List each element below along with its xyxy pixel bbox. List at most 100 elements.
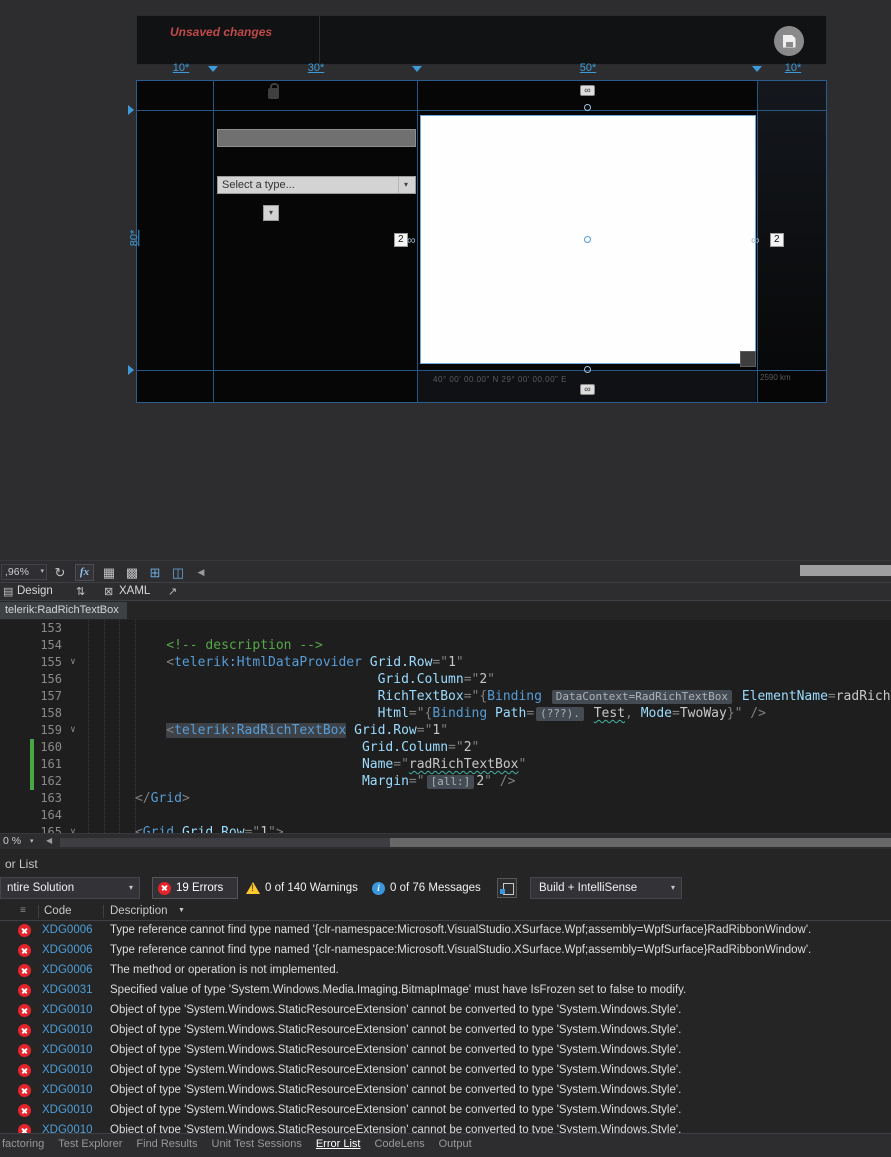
column-width-label[interactable]: 10*: [785, 62, 802, 74]
description-column-header[interactable]: Description: [110, 905, 168, 917]
code-line[interactable]: 158 Html="{Binding Path= (???). Test, Mod…: [0, 705, 891, 722]
error-code-link[interactable]: XDG0006: [42, 924, 93, 936]
error-code-link[interactable]: XDG0031: [42, 984, 93, 996]
error-row[interactable]: XDG0010 Object of type 'System.Windows.St…: [0, 1081, 891, 1101]
swap-panes-icon[interactable]: ⇅: [76, 585, 85, 598]
error-row[interactable]: XDG0010 Object of type 'System.Windows.St…: [0, 1021, 891, 1041]
selection-center-point[interactable]: [584, 236, 591, 243]
error-row[interactable]: XDG0010 Object of type 'System.Windows.St…: [0, 1041, 891, 1061]
filter-button[interactable]: [497, 878, 517, 898]
editor-hscrollbar-thumb[interactable]: [390, 838, 891, 847]
code-line[interactable]: 160 Grid.Column="2": [0, 739, 891, 756]
tab-xaml[interactable]: XAML: [119, 585, 150, 597]
column-splitter-marker[interactable]: [752, 66, 762, 72]
margin-value-right[interactable]: 2: [770, 233, 784, 247]
error-code-link[interactable]: XDG0010: [42, 1104, 93, 1116]
errors-toggle-button[interactable]: 19 Errors: [152, 877, 238, 899]
scroll-left-icon[interactable]: ◀: [46, 836, 52, 845]
code-line[interactable]: 165 ∨ <Grid Grid.Row="1">: [0, 824, 891, 833]
code-line[interactable]: 153: [0, 620, 891, 637]
fold-arrow-icon[interactable]: ∨: [66, 824, 80, 833]
margin-value-left[interactable]: 2: [394, 233, 408, 247]
save-button[interactable]: [774, 26, 804, 56]
error-row[interactable]: XDG0006 Type reference cannot find type n…: [0, 941, 891, 961]
panel-tab[interactable]: factoring: [2, 1134, 44, 1152]
error-row[interactable]: XDG0010 Object of type 'System.Windows.St…: [0, 1001, 891, 1021]
code-lines[interactable]: 153 154 <!-- description --> 155 ∨ <telerik…: [0, 620, 891, 833]
fold-arrow-icon[interactable]: ∨: [66, 654, 80, 671]
panel-tab[interactable]: Unit Test Sessions: [212, 1134, 302, 1152]
margin-anchor-bottom-icon[interactable]: ∞: [580, 384, 595, 395]
error-row[interactable]: XDG0010 Object of type 'System.Windows.St…: [0, 1101, 891, 1121]
margin-chain-right-icon[interactable]: ∞: [751, 234, 760, 246]
code-column-header[interactable]: Code: [44, 905, 72, 917]
tab-design[interactable]: Design: [17, 585, 53, 597]
error-row[interactable]: XDG0010 Object of type 'System.Windows.St…: [0, 1061, 891, 1081]
collapse-panel-icon[interactable]: ◀: [193, 564, 209, 581]
column-splitter-marker[interactable]: [412, 66, 422, 72]
line-number: 159: [40, 723, 62, 737]
column-splitter-marker[interactable]: [208, 66, 218, 72]
code-line[interactable]: 164: [0, 807, 891, 824]
effects-fx-toggle[interactable]: fx: [75, 563, 94, 581]
code-line[interactable]: 157 RichTextBox="{Binding DataContext=Ra…: [0, 688, 891, 705]
margin-chain-left-icon[interactable]: ∞: [407, 234, 416, 246]
column-width-label[interactable]: 50*: [580, 62, 597, 74]
designed-textbox[interactable]: [217, 129, 416, 147]
row-boundary-marker[interactable]: [128, 365, 134, 375]
column-width-label[interactable]: 30*: [308, 62, 325, 74]
designer-hscrollbar-thumb[interactable]: [800, 565, 891, 576]
column-divider[interactable]: [38, 905, 39, 918]
designed-dropdown-button[interactable]: ▾: [263, 205, 279, 221]
snap-grid-icon[interactable]: ▩: [124, 564, 140, 581]
designed-combobox[interactable]: Select a type... ▾: [217, 176, 416, 194]
panel-tab[interactable]: Test Explorer: [58, 1134, 122, 1152]
zoom-select[interactable]: ,96% ▾: [1, 564, 47, 580]
breadcrumb[interactable]: telerik:RadRichTextBox: [0, 602, 127, 619]
refresh-icon[interactable]: ↻: [52, 564, 68, 581]
selection-handle-bottom[interactable]: [584, 366, 591, 373]
editor-zoom-select[interactable]: 0 %: [3, 835, 21, 847]
margin-anchor-top-icon[interactable]: ∞: [580, 85, 595, 96]
xaml-designer-surface[interactable]: Unsaved changes 10* 30* 50* 10* 80* Sele…: [0, 0, 891, 560]
code-line[interactable]: 155 ∨ <telerik:HtmlDataProvider Grid.Row=…: [0, 654, 891, 671]
error-code-link[interactable]: XDG0010: [42, 1044, 93, 1056]
error-row[interactable]: XDG0031 Specified value of type 'System.W…: [0, 981, 891, 1001]
editor-hscrollbar-track[interactable]: [60, 838, 891, 847]
row-boundary-marker[interactable]: [128, 105, 134, 115]
error-code-link[interactable]: XDG0010: [42, 1004, 93, 1016]
selection-handle-top[interactable]: [584, 104, 591, 111]
column-divider[interactable]: [103, 905, 104, 918]
code-line[interactable]: 156 Grid.Column="2": [0, 671, 891, 688]
error-code-link[interactable]: XDG0010: [42, 1024, 93, 1036]
show-grid-icon[interactable]: ▦: [101, 564, 117, 581]
code-line[interactable]: 163 </Grid>: [0, 790, 891, 807]
panel-tab[interactable]: CodeLens: [374, 1134, 424, 1152]
error-code-link[interactable]: XDG0010: [42, 1084, 93, 1096]
warnings-toggle-button[interactable]: 0 of 140 Warnings: [246, 877, 358, 899]
popout-icon[interactable]: ↗: [168, 585, 177, 598]
error-code-link[interactable]: XDG0006: [42, 944, 93, 956]
scope-filter-dropdown[interactable]: ntire Solution ▾: [0, 877, 140, 899]
xaml-code-editor[interactable]: 153 154 <!-- description --> 155 ∨ <telerik…: [0, 620, 891, 833]
panel-tab[interactable]: Find Results: [136, 1134, 197, 1152]
show-snaplines-icon[interactable]: ⊞: [147, 564, 163, 581]
snap-to-snaplines-icon[interactable]: ◫: [170, 564, 186, 581]
row-height-label[interactable]: 80*: [128, 230, 140, 247]
source-filter-dropdown[interactable]: Build + IntelliSense ▾: [530, 877, 682, 899]
panel-tab[interactable]: Error List: [316, 1134, 361, 1152]
severity-column-header[interactable]: ≡: [20, 905, 26, 916]
resize-grip[interactable]: [740, 351, 756, 367]
code-line[interactable]: 154 <!-- description -->: [0, 637, 891, 654]
error-code-link[interactable]: XDG0006: [42, 964, 93, 976]
code-line[interactable]: 162 Margin=" [all:] 2" />: [0, 773, 891, 790]
code-line[interactable]: 159 ∨ <telerik:RadRichTextBox Grid.Row="1…: [0, 722, 891, 739]
code-line[interactable]: 161 Name="radRichTextBox": [0, 756, 891, 773]
column-width-label[interactable]: 10*: [173, 62, 190, 74]
fold-arrow-icon[interactable]: ∨: [66, 722, 80, 739]
error-row[interactable]: XDG0006 The method or operation is not im…: [0, 961, 891, 981]
error-code-link[interactable]: XDG0010: [42, 1064, 93, 1076]
error-row[interactable]: XDG0006 Type reference cannot find type n…: [0, 921, 891, 941]
messages-toggle-button[interactable]: 0 of 76 Messages: [372, 877, 481, 899]
panel-tab[interactable]: Output: [439, 1134, 472, 1152]
